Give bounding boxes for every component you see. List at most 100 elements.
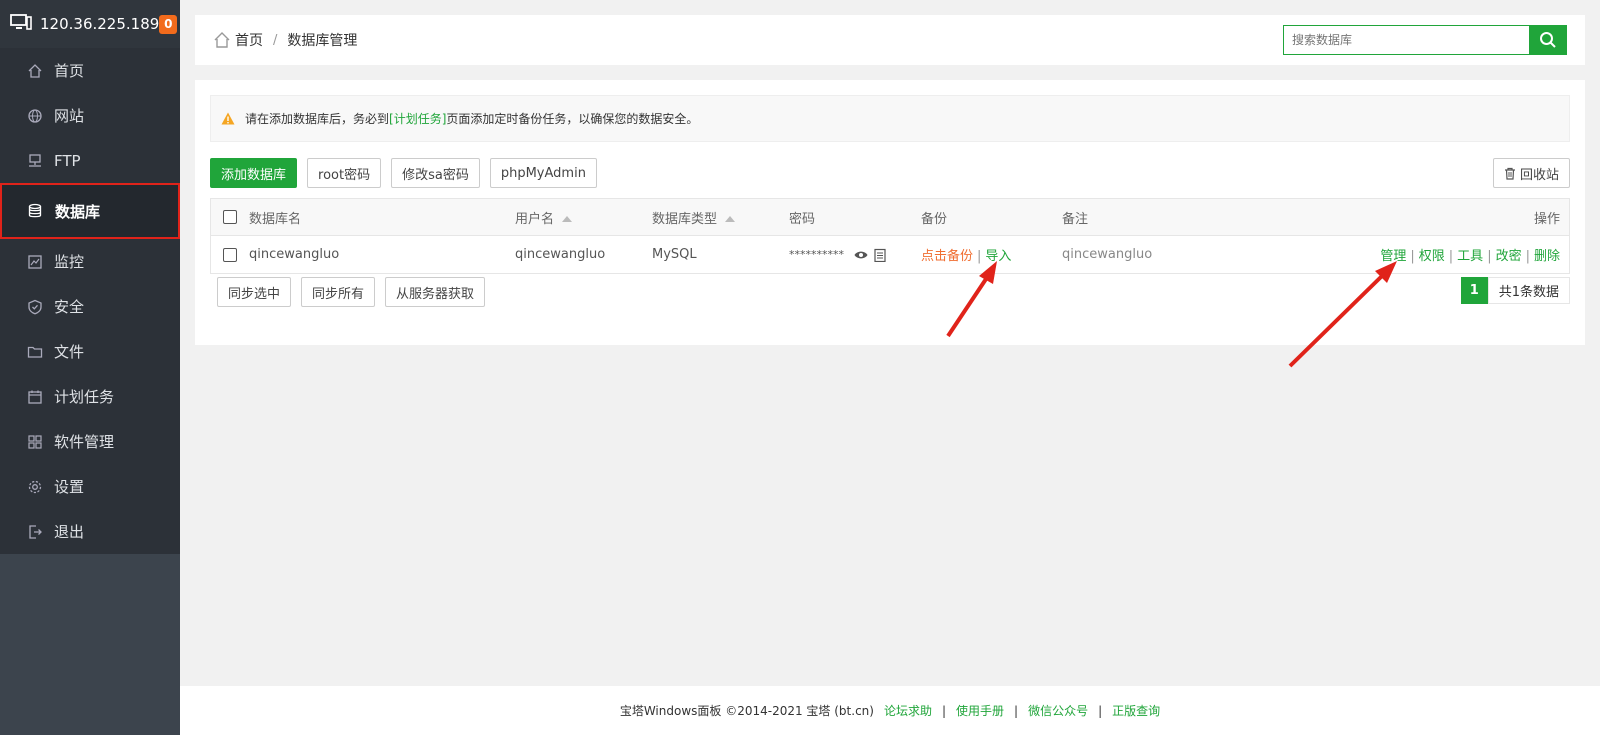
root-password-button[interactable]: root密码 — [307, 158, 382, 188]
separator: | — [977, 249, 982, 264]
col-type-label: 数据库类型 — [652, 211, 718, 227]
delete-link[interactable]: 删除 — [1534, 249, 1560, 264]
table-row: qincewangluo qincewangluo MySQL ********… — [211, 236, 1569, 273]
page-number[interactable]: 1 — [1460, 277, 1488, 304]
sidebar-item-cron[interactable]: 计划任务 — [0, 374, 180, 419]
apps-icon — [26, 433, 44, 451]
logout-icon — [26, 523, 44, 541]
notice-text-before: 请在添加数据库后，务必到 — [245, 112, 390, 126]
sidebar-item-label: 安全 — [54, 298, 85, 316]
sidebar-item-files[interactable]: 文件 — [0, 329, 180, 374]
notification-badge[interactable]: 0 — [159, 14, 178, 34]
toolbar: 添加数据库 root密码 修改sa密码 phpMyAdmin — [210, 158, 597, 188]
footer: 宝塔Windows面板 ©2014-2021 宝塔 (bt.cn) 论坛求助 |… — [180, 686, 1600, 735]
col-type[interactable]: 数据库类型 — [652, 208, 789, 227]
breadcrumb-home[interactable]: 首页 — [213, 30, 263, 50]
copyright: 宝塔Windows面板 ©2014-2021 宝塔 (bt.cn) — [619, 704, 874, 718]
sidebar-item-security[interactable]: 安全 — [0, 284, 180, 329]
trash-icon — [1504, 167, 1516, 180]
cell-ops: 管理 | 权限 | 工具 | 改密 | 删除 — [1262, 245, 1569, 264]
cron-link[interactable]: [计划任务] — [389, 110, 446, 127]
sort-up-icon — [562, 216, 573, 222]
eye-icon[interactable] — [854, 250, 868, 260]
ftp-icon — [26, 152, 44, 170]
sidebar-item-label: FTP — [54, 151, 81, 170]
cell-db-name: qincewangluo — [249, 247, 340, 262]
forum-link[interactable]: 论坛求助 — [884, 702, 932, 719]
sidebar-item-label: 退出 — [54, 523, 85, 541]
shield-icon — [26, 298, 44, 316]
select-all-checkbox[interactable] — [223, 210, 237, 224]
sidebar-item-monitor[interactable]: 监控 — [0, 239, 180, 284]
separator: | — [1525, 249, 1530, 264]
sa-password-button[interactable]: 修改sa密码 — [391, 158, 480, 188]
add-database-button[interactable]: 添加数据库 — [210, 158, 298, 188]
recycle-bin-button[interactable]: 回收站 — [1492, 158, 1570, 188]
sidebar-item-website[interactable]: 网站 — [0, 93, 180, 138]
sidebar-item-label: 数据库 — [55, 202, 101, 221]
fetch-from-server-button[interactable]: 从服务器获取 — [385, 277, 486, 307]
database-table: 数据库名 用户名 数据库类型 密码 备份 备注 操作 qincewangluo … — [210, 198, 1570, 274]
sidebar-item-label: 设置 — [54, 478, 85, 496]
sync-all-button[interactable]: 同步所有 — [301, 277, 376, 307]
sidebar-item-software[interactable]: 软件管理 — [0, 419, 180, 464]
cell-user: qincewangluo — [515, 247, 606, 262]
globe-icon — [26, 107, 44, 125]
separator: | — [1487, 249, 1492, 264]
copy-icon[interactable] — [874, 248, 886, 262]
recycle-bin-label: 回收站 — [1519, 167, 1559, 183]
table-header: 数据库名 用户名 数据库类型 密码 备份 备注 操作 — [211, 199, 1569, 236]
col-backup: 备份 — [921, 211, 948, 227]
calendar-icon — [26, 388, 44, 406]
backup-link[interactable]: 点击备份 — [921, 249, 973, 264]
total-count: 共1条数据 — [1487, 277, 1570, 304]
breadcrumb: 首页 / 数据库管理 — [195, 15, 1585, 65]
search-button[interactable] — [1529, 25, 1567, 55]
col-ops: 操作 — [1533, 211, 1560, 227]
col-name[interactable]: 数据库名 — [249, 208, 515, 227]
cell-type: MySQL — [652, 247, 697, 262]
cell-note[interactable]: qincewangluo — [1062, 247, 1262, 262]
sidebar-item-label: 网站 — [54, 107, 85, 125]
search-box — [1283, 25, 1567, 55]
permission-link[interactable]: 权限 — [1419, 249, 1445, 264]
sidebar-item-logout[interactable]: 退出 — [0, 509, 180, 554]
sync-selected-button[interactable]: 同步选中 — [217, 277, 292, 307]
database-panel: 请在添加数据库后，务必到 [计划任务] 页面添加定时备份任务，以确保您的数据安全… — [195, 80, 1585, 345]
phpmyadmin-button[interactable]: phpMyAdmin — [489, 158, 597, 188]
database-icon — [26, 202, 44, 220]
breadcrumb-separator: / — [273, 32, 278, 48]
search-input[interactable] — [1283, 25, 1529, 55]
manual-link[interactable]: 使用手册 — [956, 702, 1004, 719]
license-link[interactable]: 正版查询 — [1112, 702, 1160, 719]
change-password-link[interactable]: 改密 — [1496, 249, 1522, 264]
import-link[interactable]: 导入 — [985, 249, 1011, 264]
monitor-icon — [26, 253, 44, 271]
search-icon — [1539, 31, 1557, 49]
footer-separator: | — [941, 703, 947, 718]
pagination: 1 共1条数据 — [1460, 277, 1570, 304]
sidebar-item-label: 软件管理 — [54, 433, 115, 451]
manage-link[interactable]: 管理 — [1380, 249, 1406, 264]
sidebar-menu: 首页 网站 FTP 数据库 监控 安全 文件 计划任务 软件管理 设置 退出 — [0, 48, 180, 554]
col-user[interactable]: 用户名 — [515, 208, 652, 227]
cell-password: ********** — [789, 248, 921, 262]
sidebar-item-home[interactable]: 首页 — [0, 48, 180, 93]
separator: | — [1448, 249, 1454, 264]
col-password: 密码 — [789, 211, 816, 227]
sidebar-item-settings[interactable]: 设置 — [0, 464, 180, 509]
sidebar-item-label: 监控 — [54, 253, 85, 271]
warning-icon — [221, 112, 235, 125]
tools-link[interactable]: 工具 — [1457, 249, 1483, 264]
monitor-icon — [10, 13, 32, 35]
wechat-link[interactable]: 微信公众号 — [1028, 702, 1088, 719]
footer-separator: | — [1098, 703, 1103, 718]
sidebar-item-label: 文件 — [54, 343, 85, 361]
row-checkbox[interactable] — [223, 247, 237, 262]
sidebar-item-database[interactable]: 数据库 — [0, 183, 180, 239]
sync-toolbar: 同步选中 同步所有 从服务器获取 — [217, 277, 486, 307]
sidebar-item-ftp[interactable]: FTP — [0, 138, 180, 183]
sidebar: 120.36.225.189 0 首页 网站 FTP 数据库 监控 安全 文件 … — [0, 0, 180, 735]
notice-text-after: 页面添加定时备份任务，以确保您的数据安全。 — [446, 112, 699, 126]
separator: | — [1410, 249, 1415, 264]
